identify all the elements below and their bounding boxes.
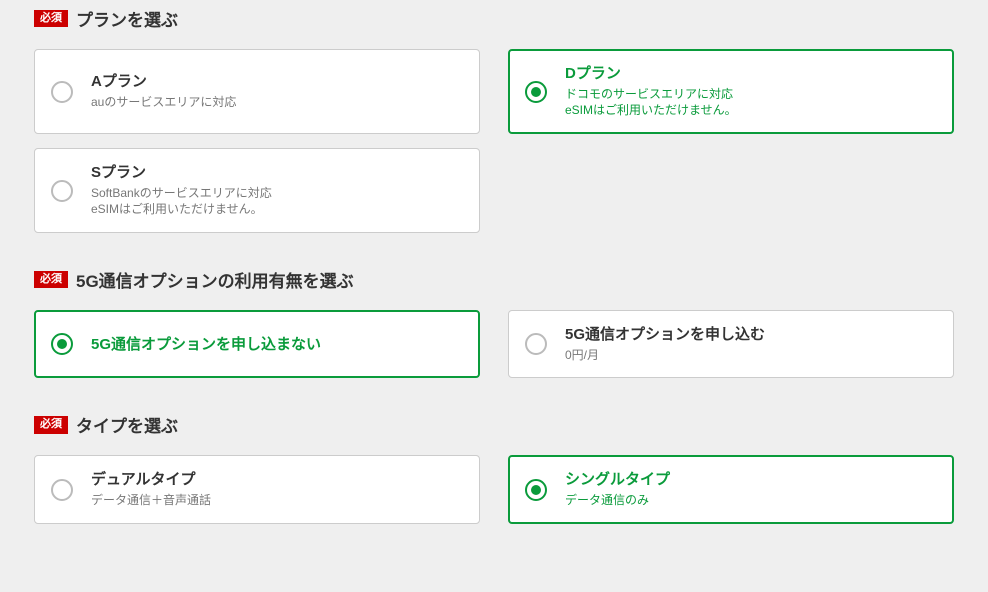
required-badge: 必須 bbox=[34, 416, 68, 433]
plan-option-d[interactable]: Dプラン ドコモのサービスエリアに対応 eSIMはご利用いただけません。 bbox=[508, 49, 954, 134]
radio-icon bbox=[51, 180, 73, 202]
radio-icon bbox=[51, 333, 73, 355]
section-plan-header: 必須 プランを選ぶ bbox=[34, 0, 954, 31]
type-option-single-title: シングルタイプ bbox=[565, 470, 670, 490]
plan-option-a-title: Aプラン bbox=[91, 72, 236, 92]
radio-icon bbox=[525, 333, 547, 355]
plan-option-d-body: Dプラン ドコモのサービスエリアに対応 eSIMはご利用いただけません。 bbox=[565, 64, 737, 119]
section-5g-title: 5G通信オプションの利用有無を選ぶ bbox=[76, 267, 354, 292]
plan-option-a-desc: auのサービスエリアに対応 bbox=[91, 94, 236, 111]
plan-option-s[interactable]: Sプラン SoftBankのサービスエリアに対応 eSIMはご利用いただけません… bbox=[34, 148, 480, 233]
type-option-dual-desc: データ通信＋音声通話 bbox=[91, 492, 211, 509]
type-option-dual[interactable]: デュアルタイプ データ通信＋音声通話 bbox=[34, 455, 480, 523]
section-5g: 必須 5G通信オプションの利用有無を選ぶ 5G通信オプションを申し込まない 5G… bbox=[0, 261, 988, 378]
radio-icon bbox=[51, 81, 73, 103]
section-5g-header: 必須 5G通信オプションの利用有無を選ぶ bbox=[34, 261, 954, 292]
section-type: 必須 タイプを選ぶ デュアルタイプ データ通信＋音声通話 シングルタイプ データ… bbox=[0, 406, 988, 523]
type-option-single-body: シングルタイプ データ通信のみ bbox=[565, 470, 670, 508]
plan-option-s-title: Sプラン bbox=[91, 163, 272, 183]
type-option-single[interactable]: シングルタイプ データ通信のみ bbox=[508, 455, 954, 523]
plan-options-grid: Aプラン auのサービスエリアに対応 Dプラン ドコモのサービスエリアに対応 e… bbox=[34, 49, 954, 233]
section-type-title: タイプを選ぶ bbox=[76, 412, 178, 437]
radio-icon bbox=[525, 81, 547, 103]
type-option-dual-title: デュアルタイプ bbox=[91, 470, 211, 490]
type-options-grid: デュアルタイプ データ通信＋音声通話 シングルタイプ データ通信のみ bbox=[34, 455, 954, 523]
plan-option-a-body: Aプラン auのサービスエリアに対応 bbox=[91, 72, 236, 110]
fiveg-option-apply-body: 5G通信オプションを申し込む 0円/月 bbox=[565, 325, 765, 363]
required-badge: 必須 bbox=[34, 271, 68, 288]
section-type-header: 必須 タイプを選ぶ bbox=[34, 406, 954, 437]
required-badge: 必須 bbox=[34, 10, 68, 27]
section-plan-title: プランを選ぶ bbox=[76, 6, 178, 31]
plan-option-s-body: Sプラン SoftBankのサービスエリアに対応 eSIMはご利用いただけません… bbox=[91, 163, 272, 218]
fiveg-option-decline-title: 5G通信オプションを申し込まない bbox=[91, 335, 321, 355]
radio-icon bbox=[525, 479, 547, 501]
type-option-single-desc: データ通信のみ bbox=[565, 492, 670, 509]
fiveg-option-apply-desc: 0円/月 bbox=[565, 347, 765, 364]
plan-option-d-title: Dプラン bbox=[565, 64, 737, 84]
fiveg-option-decline[interactable]: 5G通信オプションを申し込まない bbox=[34, 310, 480, 378]
fiveg-option-decline-body: 5G通信オプションを申し込まない bbox=[91, 335, 321, 355]
plan-option-s-desc: SoftBankのサービスエリアに対応 eSIMはご利用いただけません。 bbox=[91, 185, 272, 219]
plan-option-d-desc: ドコモのサービスエリアに対応 eSIMはご利用いただけません。 bbox=[565, 86, 737, 120]
section-plan: 必須 プランを選ぶ Aプラン auのサービスエリアに対応 Dプラン ドコモのサー… bbox=[0, 0, 988, 233]
fiveg-option-apply[interactable]: 5G通信オプションを申し込む 0円/月 bbox=[508, 310, 954, 378]
type-option-dual-body: デュアルタイプ データ通信＋音声通話 bbox=[91, 470, 211, 508]
fiveg-option-apply-title: 5G通信オプションを申し込む bbox=[565, 325, 765, 345]
radio-icon bbox=[51, 479, 73, 501]
plan-option-a[interactable]: Aプラン auのサービスエリアに対応 bbox=[34, 49, 480, 134]
fiveg-options-grid: 5G通信オプションを申し込まない 5G通信オプションを申し込む 0円/月 bbox=[34, 310, 954, 378]
